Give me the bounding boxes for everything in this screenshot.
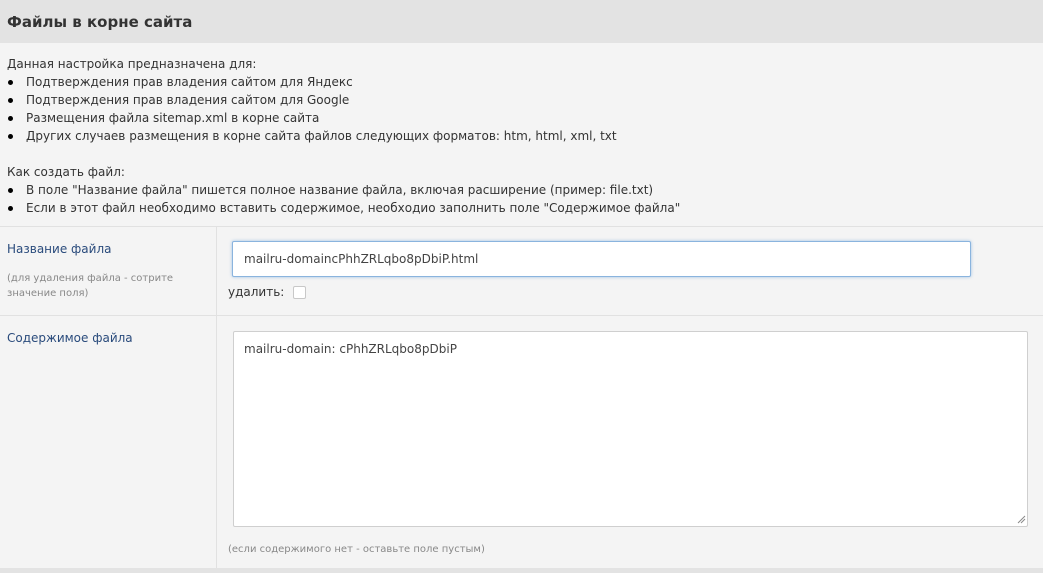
purposes-list: Подтверждения прав владения сайтом для Я…: [7, 73, 1027, 145]
filename-hint: (для удаления файла - сотрите значение п…: [7, 273, 174, 299]
panel-footer-bar: [0, 568, 1043, 573]
list-item: Размещения файла sitemap.xml в корне сай…: [7, 109, 1027, 127]
list-item: В поле "Название файла" пишется полное н…: [7, 181, 1027, 199]
settings-panel: Файлы в корне сайта Данная настройка пре…: [0, 0, 1043, 573]
delete-label: удалить:: [228, 285, 285, 299]
content-label: Содержимое файла: [7, 331, 133, 345]
description-intro: Данная настройка предназначена для:: [7, 57, 257, 71]
howto-list: В поле "Название файла" пишется полное н…: [7, 181, 1027, 217]
content-hint: (если содержимого нет - оставьте поле пу…: [228, 544, 485, 555]
delete-option: удалить:: [228, 285, 307, 299]
list-item: Подтверждения прав владения сайтом для Я…: [7, 73, 1027, 91]
delete-checkbox[interactable]: [293, 285, 307, 299]
content-label-cell: Содержимое файла: [0, 316, 217, 568]
resize-grip-icon[interactable]: [1016, 514, 1026, 524]
panel-header: Файлы в корне сайта: [0, 0, 1043, 43]
content-textarea[interactable]: mailru-domain: cPhhZRLqbo8pDbiP: [233, 331, 1028, 527]
howto-title: Как создать файл:: [7, 165, 125, 179]
list-item: Если в этот файл необходимо вставить сод…: [7, 199, 1027, 217]
filename-input[interactable]: [232, 241, 971, 277]
filename-label: Название файла: [7, 242, 112, 256]
list-item: Других случаев размещения в корне сайта …: [7, 127, 1027, 145]
list-item: Подтверждения прав владения сайтом для G…: [7, 91, 1027, 109]
page-title: Файлы в корне сайта: [7, 13, 193, 31]
description-block: Данная настройка предназначена для: Подт…: [7, 55, 1027, 217]
filename-label-cell: Название файла (для удаления файла - сот…: [0, 227, 217, 315]
